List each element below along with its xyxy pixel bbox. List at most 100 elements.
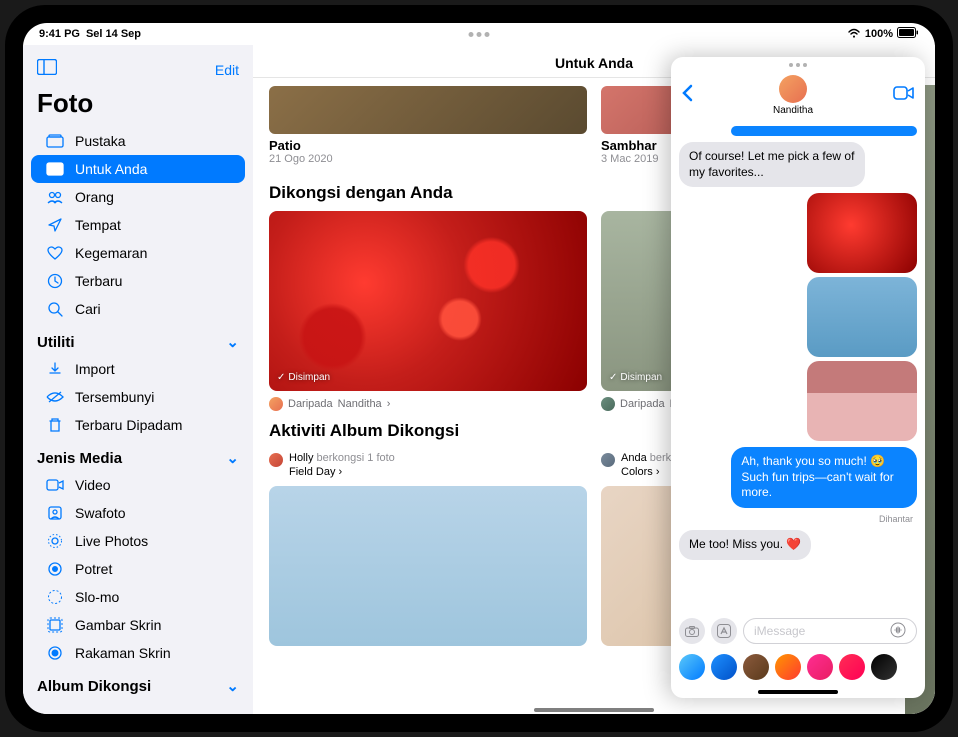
shared-from[interactable]: Daripada Nanditha › [269,397,587,411]
app-strip-icon[interactable] [807,654,833,680]
sidebar-item-label: Slo-mo [75,589,119,605]
app-strip-icon[interactable] [711,654,737,680]
sidebar-item-terbaru-dipadam[interactable]: Terbaru Dipadam [31,411,245,439]
section-jenis-media[interactable]: Jenis Media⌄ [23,439,253,471]
people-icon [45,190,65,204]
sidebar-item-label: Import [75,361,115,377]
message-image[interactable] [807,361,917,441]
sidebar-item-label: Swafoto [75,505,126,521]
section-album-dikongsi[interactable]: Album Dikongsi⌄ [23,667,253,699]
sidebar-item-tempat[interactable]: Tempat [31,211,245,239]
activity-photo [269,486,587,646]
memory-title: Patio [269,138,587,153]
avatar-icon [269,453,283,467]
app-strip-icon[interactable] [775,654,801,680]
avatar-icon [601,453,615,467]
sidebar-item-cari[interactable]: Cari [31,295,245,323]
contact-avatar [779,75,807,103]
sidebar-item-label: Tempat [75,217,121,233]
conversation-title[interactable]: Nanditha [773,75,813,116]
sidebar-item-label: Terbaru [75,273,122,289]
app-strip-icon[interactable] [679,654,705,680]
screenrec-icon [45,645,65,661]
app-strip-icon[interactable] [743,654,769,680]
sidebar-item-gambar-skrin[interactable]: Gambar Skrin [31,611,245,639]
section-utiliti[interactable]: Utiliti⌄ [23,323,253,355]
slide-over-messages: Nanditha Of course! Let me pick a few of… [671,57,925,698]
saved-badge: ✓ Disimpan [277,372,330,383]
shared-photo: ✓ Disimpan [269,211,587,391]
battery-icon [897,27,919,41]
contact-name: Nanditha [773,105,813,116]
multitasking-dots[interactable] [469,32,490,37]
message-image-stack[interactable] [807,193,917,441]
sidebar-item-pustaka[interactable]: Pustaka [31,127,245,155]
location-icon [45,217,65,233]
sidebar-toggle-icon[interactable] [37,59,57,80]
status-bar: 9:41 PG Sel 14 Sep 100% [23,23,935,45]
sidebar: Edit Foto Pustaka Untuk Anda Orang Tempa… [23,45,253,714]
message-image[interactable] [807,277,917,357]
status-date: Sel 14 Sep [86,28,141,40]
sidebar-item-rakaman-skrin[interactable]: Rakaman Skrin [31,639,245,667]
activity-card[interactable]: Holly berkongsi 1 fotoField Day › [269,451,587,646]
memory-date: 21 Ogo 2020 [269,153,587,165]
saved-badge: ✓ Disimpan [609,372,662,383]
battery-percent: 100% [865,28,893,40]
live-photos-icon [45,533,65,549]
chevron-right-icon: › [656,466,660,478]
sidebar-item-label: Rakaman Skrin [75,645,171,661]
home-indicator[interactable] [534,708,654,712]
message-bubble-partial [731,126,917,136]
sidebar-item-untuk-anda[interactable]: Untuk Anda [31,155,245,183]
avatar-icon [601,397,615,411]
message-list[interactable]: Of course! Let me pick a few of my favor… [671,122,925,612]
slide-over-grabber[interactable] [789,63,807,67]
message-image[interactable] [807,193,917,273]
sidebar-item-label: Gambar Skrin [75,617,161,633]
dictation-icon[interactable] [890,622,906,641]
sidebar-item-terbaru[interactable]: Terbaru [31,267,245,295]
avatar-icon [269,397,283,411]
for-you-icon [45,162,65,176]
chevron-down-icon: ⌄ [226,333,239,351]
shared-card[interactable]: ✓ Disimpan Daripada Nanditha › [269,211,587,411]
app-store-button[interactable] [711,618,737,644]
sidebar-item-label: Video [75,477,111,493]
back-button[interactable] [681,84,693,107]
sidebar-item-label: Orang [75,189,114,205]
sidebar-item-label: Pustaka [75,133,126,149]
screen: 9:41 PG Sel 14 Sep 100% Edit Foto Pustak… [23,23,935,714]
message-input-row: iMessage [671,612,925,650]
library-icon [45,134,65,148]
portrait-icon [45,561,65,577]
sidebar-title: Foto [23,86,253,127]
message-bubble-incoming[interactable]: Me too! Miss you. ❤️ [679,530,811,560]
sidebar-item-import[interactable]: Import [31,355,245,383]
chevron-right-icon: › [387,398,391,410]
sidebar-item-kegemaran[interactable]: Kegemaran [31,239,245,267]
sidebar-item-video[interactable]: Video [31,471,245,499]
imessage-app-strip[interactable] [671,650,925,688]
app-strip-icon[interactable] [839,654,865,680]
camera-button[interactable] [679,618,705,644]
heart-icon [45,246,65,260]
sidebar-item-tersembunyi[interactable]: Tersembunyi [31,383,245,411]
sidebar-item-label: Tersembunyi [75,389,154,405]
sidebar-item-label: Live Photos [75,533,148,549]
facetime-button[interactable] [893,86,915,105]
sidebar-item-slomo[interactable]: Slo-mo [31,583,245,611]
sidebar-item-swafoto[interactable]: Swafoto [31,499,245,527]
home-indicator[interactable] [758,690,838,694]
memory-card-patio[interactable]: Patio 21 Ogo 2020 [269,86,587,165]
sidebar-item-orang[interactable]: Orang [31,183,245,211]
message-bubble-outgoing[interactable]: Ah, thank you so much! 🥹 Such fun trips—… [731,447,917,508]
delivered-status: Dihantar [679,514,917,524]
message-bubble-incoming[interactable]: Of course! Let me pick a few of my favor… [679,142,865,187]
sidebar-item-live-photos[interactable]: Live Photos [31,527,245,555]
message-input[interactable]: iMessage [743,618,917,644]
app-strip-icon[interactable] [871,654,897,680]
sidebar-item-label: Kegemaran [75,245,147,261]
sidebar-item-potret[interactable]: Potret [31,555,245,583]
edit-button[interactable]: Edit [215,62,239,78]
